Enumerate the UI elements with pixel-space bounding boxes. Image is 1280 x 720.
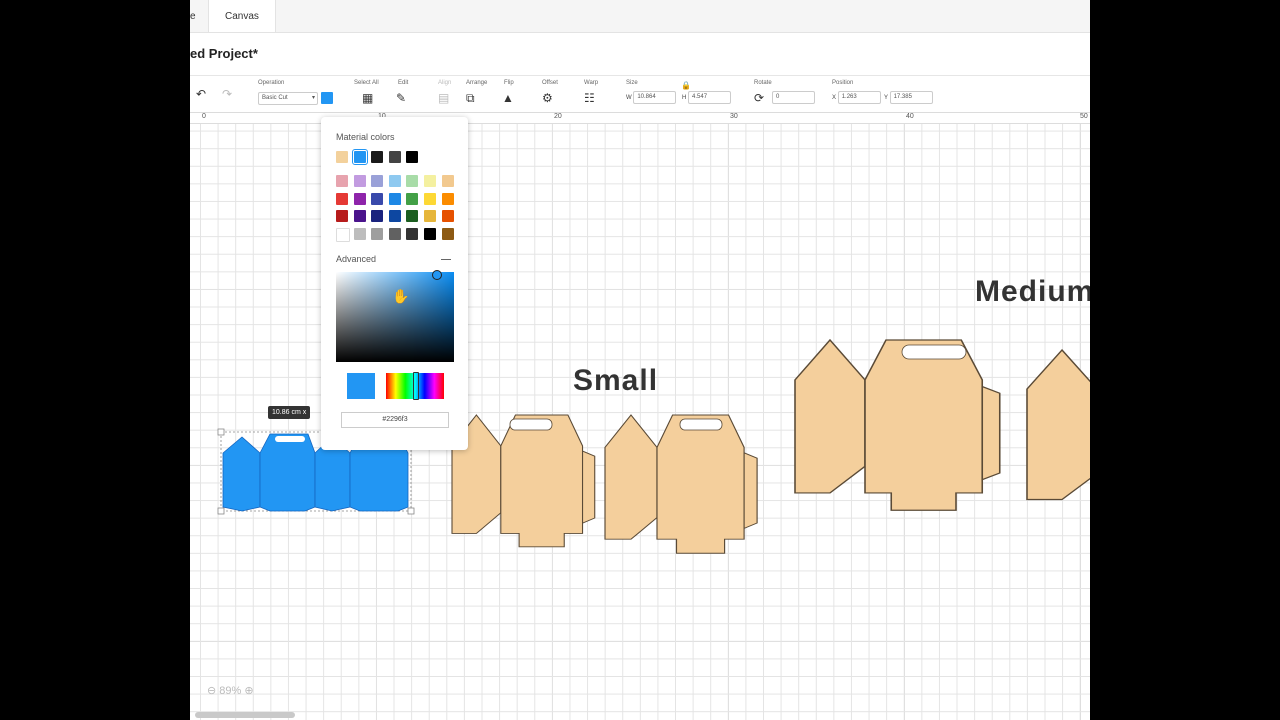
zoom-control[interactable]: ⊖ 89% ⊕ xyxy=(207,684,254,697)
advanced-label: Advanced xyxy=(336,254,377,264)
palette-color-swatch[interactable] xyxy=(336,227,350,242)
palette-color-swatch[interactable] xyxy=(371,175,384,187)
color-knob[interactable] xyxy=(432,270,442,280)
handle-slot xyxy=(509,418,553,431)
hue-slider[interactable] xyxy=(386,372,444,400)
recent-color-swatch[interactable] xyxy=(388,151,401,163)
palette-color-swatch[interactable] xyxy=(424,192,436,205)
palette-color-swatch[interactable] xyxy=(371,210,384,223)
palette-color-swatch[interactable] xyxy=(406,175,419,187)
palette-color-swatch[interactable] xyxy=(388,210,401,223)
app-window: e Canvas ed Project* ↶ ↷ Operation Basic… xyxy=(190,0,1090,720)
hue-slider-handle[interactable] xyxy=(413,372,419,400)
palette-color-swatch[interactable] xyxy=(388,227,401,240)
palette-color-swatch[interactable] xyxy=(353,227,366,240)
palette-color-swatch[interactable] xyxy=(406,227,419,240)
palette-color-swatch[interactable] xyxy=(371,192,384,205)
palette-color-swatch[interactable] xyxy=(441,210,454,223)
palette-color-swatch[interactable] xyxy=(406,192,419,205)
resize-handle[interactable] xyxy=(407,507,415,515)
label-small[interactable]: Small xyxy=(573,364,658,398)
palette-color-swatch[interactable] xyxy=(371,227,384,240)
palette-color-swatch[interactable] xyxy=(441,175,454,187)
palette-color-swatch[interactable] xyxy=(336,175,348,187)
label-medium[interactable]: Medium xyxy=(975,275,1090,309)
medium-box-2[interactable] xyxy=(1026,349,1090,518)
medium-box-1[interactable] xyxy=(794,339,1001,512)
collapse-icon[interactable] xyxy=(441,259,451,260)
handle-slot xyxy=(679,418,723,431)
color-picker-popup: Material colors Advanced #2296f3 xyxy=(321,117,468,450)
resize-handle[interactable] xyxy=(217,428,225,436)
zoom-level: 89% xyxy=(219,685,242,697)
palette-color-swatch[interactable] xyxy=(424,227,436,240)
handle-slot xyxy=(901,344,967,360)
material-colors-title: Material colors xyxy=(336,132,395,142)
recent-color-swatch[interactable] xyxy=(336,151,348,163)
resize-handle[interactable] xyxy=(217,507,225,515)
palette-color-swatch[interactable] xyxy=(406,210,419,223)
palette-color-swatch[interactable] xyxy=(441,192,454,205)
recent-color-swatch[interactable] xyxy=(351,149,368,165)
size-tooltip: 10.86 cm x xyxy=(268,406,311,419)
mouse-pointer-icon: ✋ xyxy=(392,288,410,304)
hex-input[interactable]: #2296f3 xyxy=(341,412,449,428)
palette-color-swatch[interactable] xyxy=(336,210,348,223)
palette-color-swatch[interactable] xyxy=(353,175,366,187)
color-preview xyxy=(347,373,375,399)
palette-color-swatch[interactable] xyxy=(353,192,366,205)
palette-color-swatch[interactable] xyxy=(388,175,401,187)
palette-color-swatch[interactable] xyxy=(388,192,401,205)
saturation-value-picker[interactable] xyxy=(336,270,454,362)
palette-color-swatch[interactable] xyxy=(441,227,454,240)
palette-color-swatch[interactable] xyxy=(424,210,436,223)
palette-color-swatch[interactable] xyxy=(353,210,366,223)
horizontal-scrollbar[interactable] xyxy=(195,712,295,718)
small-box-2[interactable] xyxy=(604,414,758,554)
handle-slot xyxy=(275,436,305,442)
recent-color-swatch[interactable] xyxy=(371,151,384,163)
small-box-1[interactable] xyxy=(451,414,596,548)
recent-color-swatch[interactable] xyxy=(406,151,419,163)
palette-color-swatch[interactable] xyxy=(424,175,436,187)
palette-color-swatch[interactable] xyxy=(336,192,348,205)
